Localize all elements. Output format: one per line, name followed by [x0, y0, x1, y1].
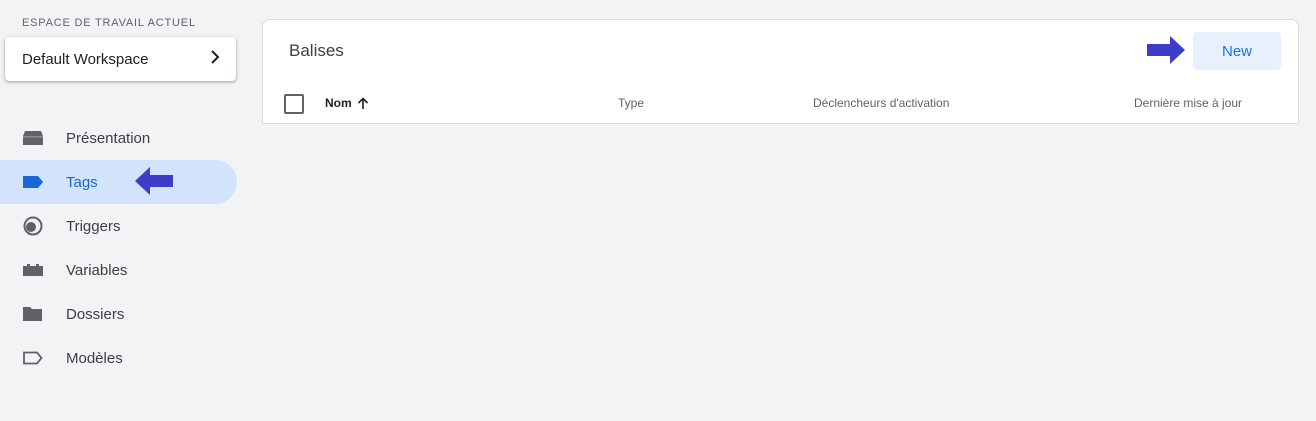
- tag-icon: [22, 172, 44, 192]
- annotation-arrow-right-icon: [1147, 36, 1185, 64]
- sidebar-item-triggers[interactable]: Triggers: [0, 204, 250, 248]
- trigger-icon: [22, 216, 44, 236]
- sort-arrow-up-icon: [357, 96, 368, 109]
- sidebar-item-folders[interactable]: Dossiers: [0, 292, 250, 336]
- chevron-right-icon: [210, 50, 220, 68]
- sidebar-item-label: Modèles: [66, 349, 123, 367]
- overview-icon: [22, 128, 44, 148]
- workspace-selector[interactable]: Default Workspace: [5, 37, 236, 81]
- column-header-type[interactable]: Type: [618, 96, 644, 110]
- panel-title: Balises: [289, 41, 344, 60]
- sidebar-item-label: Présentation: [66, 129, 151, 147]
- annotation-arrow-left-icon: [135, 167, 173, 195]
- column-header-updated[interactable]: Dernière mise à jour: [1134, 96, 1242, 110]
- column-header-triggers[interactable]: Déclencheurs d'activation: [813, 96, 949, 110]
- new-tag-button[interactable]: New: [1193, 32, 1281, 70]
- sidebar-item-label: Variables: [66, 261, 128, 279]
- column-header-label: Nom: [325, 96, 352, 110]
- sidebar-item-tags[interactable]: Tags: [0, 160, 237, 204]
- sidebar-item-label: Dossiers: [66, 305, 125, 323]
- column-header-name[interactable]: Nom: [325, 96, 369, 110]
- sidebar-item-templates[interactable]: Modèles: [0, 336, 250, 380]
- sidebar-nav: Présentation Tags Triggers Variables Dos…: [0, 116, 250, 380]
- template-icon: [22, 348, 44, 368]
- tags-panel: Balises New Nom Type Déclencheurs d'acti…: [262, 19, 1299, 124]
- workspace-name: Default Workspace: [22, 50, 149, 68]
- folder-icon: [22, 304, 44, 324]
- variables-icon: [22, 260, 44, 280]
- sidebar-item-label: Tags: [66, 173, 98, 191]
- sidebar-item-label: Triggers: [66, 217, 121, 235]
- sidebar: ESPACE DE TRAVAIL ACTUEL Default Workspa…: [0, 0, 250, 421]
- select-all-checkbox[interactable]: [284, 94, 304, 114]
- table-header: Nom Type Déclencheurs d'activation Derni…: [263, 92, 1298, 122]
- sidebar-item-variables[interactable]: Variables: [0, 248, 250, 292]
- sidebar-item-overview[interactable]: Présentation: [0, 116, 250, 160]
- workspace-section-label: ESPACE DE TRAVAIL ACTUEL: [22, 17, 196, 29]
